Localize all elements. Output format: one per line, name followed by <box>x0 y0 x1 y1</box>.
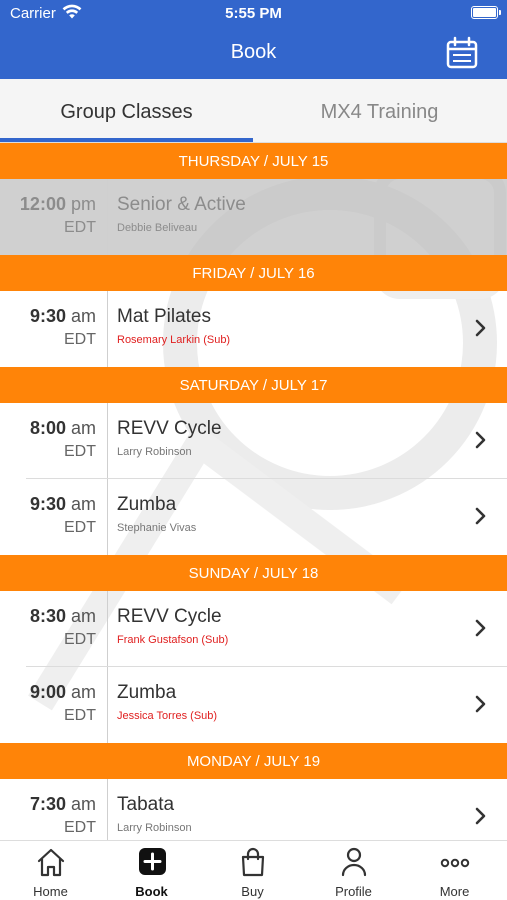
status-bar: Carrier 5:55 PM <box>0 0 507 28</box>
shopping-bag-icon <box>241 847 265 877</box>
plus-square-icon <box>139 848 166 875</box>
top-bar: Carrier 5:55 PM Book <box>0 0 507 79</box>
class-start-time: 12:00 pm <box>19 194 96 214</box>
class-timezone: EDT <box>64 519 96 536</box>
row-divider <box>107 591 108 667</box>
tab-profile[interactable]: Profile <box>303 841 404 900</box>
class-row[interactable]: 9:30 am EDT Mat Pilates Rosemary Larkin … <box>0 291 507 367</box>
day-header: SUNDAY / JULY 18 <box>0 555 507 591</box>
class-instructor: Jessica Torres (Sub) <box>117 710 218 722</box>
row-divider <box>107 179 108 255</box>
tab-label: Home <box>33 884 68 899</box>
class-timezone: EDT <box>64 707 96 724</box>
class-name: Zumba <box>117 682 177 703</box>
tab-mx4-training[interactable]: MX4 Training <box>253 79 506 143</box>
class-name: Mat Pilates <box>117 306 211 327</box>
chevron-right-icon <box>475 807 486 825</box>
day-header: FRIDAY / JULY 16 <box>0 255 507 291</box>
more-dots-icon <box>440 858 470 868</box>
class-timezone: EDT <box>64 331 96 348</box>
class-start-time: 9:00 am <box>29 682 96 702</box>
class-name: REVV Cycle <box>117 418 222 439</box>
tab-label: More <box>439 884 470 899</box>
class-start-time: 9:30 am <box>29 494 96 514</box>
class-instructor: Frank Gustafson (Sub) <box>117 634 229 646</box>
chevron-right-icon <box>475 431 486 449</box>
class-row[interactable]: 9:00 am EDT Zumba Jessica Torres (Sub) <box>0 667 507 743</box>
chevron-right-icon <box>475 319 486 337</box>
tab-book[interactable]: Book <box>101 841 202 900</box>
row-divider <box>107 667 108 743</box>
tab-home[interactable]: Home <box>0 841 101 900</box>
tab-label: Buy <box>241 884 264 899</box>
tab-label: Profile <box>335 884 372 899</box>
person-icon <box>341 847 367 877</box>
class-timezone: EDT <box>64 219 96 236</box>
class-instructor: Stephanie Vivas <box>117 522 197 534</box>
class-instructor: Larry Robinson <box>117 446 192 458</box>
day-header: MONDAY / JULY 19 <box>0 743 507 779</box>
class-instructor: Rosemary Larkin (Sub) <box>117 334 231 346</box>
chevron-right-icon <box>475 695 486 713</box>
class-name: Tabata <box>117 794 175 815</box>
row-divider <box>107 779 108 840</box>
class-start-time: 8:30 am <box>29 606 96 626</box>
class-start-time: 8:00 am <box>29 418 96 438</box>
day-header: THURSDAY / JULY 15 <box>0 143 507 179</box>
class-name: REVV Cycle <box>117 606 222 627</box>
page-title: Book <box>230 41 277 63</box>
class-timezone: EDT <box>64 443 96 460</box>
class-timezone: EDT <box>64 631 96 648</box>
class-start-time: 7:30 am <box>29 794 96 814</box>
class-name: Zumba <box>117 494 177 515</box>
row-divider <box>107 403 108 479</box>
home-icon <box>37 848 65 877</box>
class-type-tabs: Group Classes MX4 Training <box>0 79 507 143</box>
chevron-right-icon <box>475 507 486 525</box>
row-divider <box>107 291 108 367</box>
class-start-time: 9:30 am <box>29 306 96 326</box>
row-divider <box>107 479 108 555</box>
class-timezone: EDT <box>64 819 96 836</box>
class-name: Senior & Active <box>117 194 246 215</box>
bottom-tab-bar: Home Book Buy Profile More <box>0 840 507 900</box>
tab-buy[interactable]: Buy <box>202 841 303 900</box>
calendar-icon[interactable] <box>445 36 479 70</box>
class-instructor: Debbie Beliveau <box>117 222 198 234</box>
class-row[interactable]: 7:30 am EDT Tabata Larry Robinson <box>0 779 507 840</box>
day-header: SATURDAY / JULY 17 <box>0 367 507 403</box>
chevron-right-icon <box>475 619 486 637</box>
tab-group-classes[interactable]: Group Classes <box>0 79 253 143</box>
status-time: 5:55 PM <box>225 5 282 22</box>
class-schedule-list[interactable]: THURSDAY / JULY 15 12:00 pm EDT Senior &… <box>0 143 507 840</box>
tab-more[interactable]: More <box>404 841 505 900</box>
class-row[interactable]: 8:30 am EDT REVV Cycle Frank Gustafson (… <box>0 591 507 667</box>
battery-icon <box>471 6 501 19</box>
class-row: 12:00 pm EDT Senior & Active Debbie Beli… <box>0 179 507 255</box>
class-instructor: Larry Robinson <box>117 822 192 834</box>
class-row[interactable]: 8:00 am EDT REVV Cycle Larry Robinson <box>0 403 507 479</box>
active-tab-indicator <box>0 138 253 142</box>
tab-label: Book <box>135 884 168 899</box>
class-row[interactable]: 9:30 am EDT Zumba Stephanie Vivas <box>0 479 507 555</box>
